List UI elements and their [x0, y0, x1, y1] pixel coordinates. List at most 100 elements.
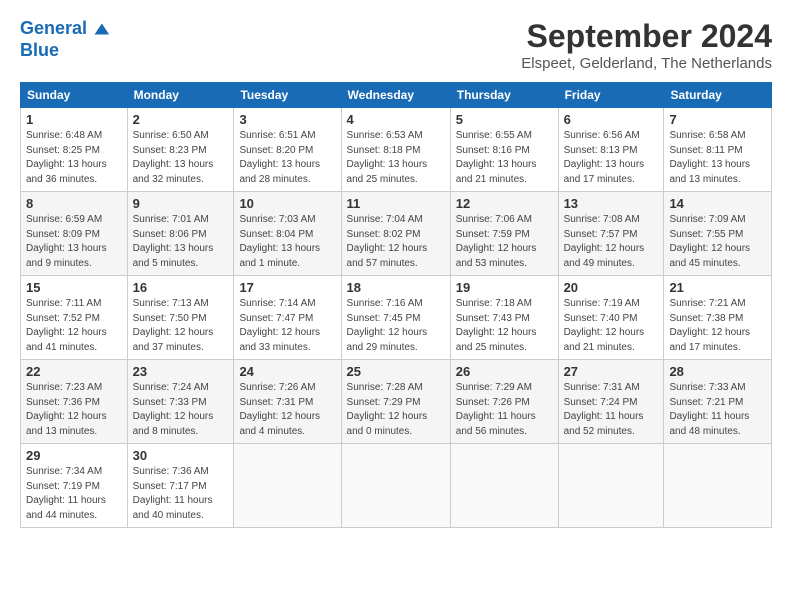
day-info: Sunrise: 7:03 AMSunset: 8:04 PMDaylight:… [239, 213, 335, 271]
month-title: September 2024 [521, 18, 772, 55]
day-info: Sunrise: 7:09 AMSunset: 7:55 PMDaylight:… [669, 213, 766, 271]
table-row: 22 Sunrise: 7:23 AMSunset: 7:36 PMDayligh… [21, 360, 128, 444]
page: General Blue September 2024 Elspeet, Gel… [0, 0, 792, 538]
table-row: 12 Sunrise: 7:06 AMSunset: 7:59 PMDayligh… [450, 192, 558, 276]
day-number: 17 [239, 280, 335, 295]
day-number: 27 [564, 364, 659, 379]
logo: General Blue [20, 18, 111, 62]
logo-icon [89, 18, 111, 40]
table-row: 28 Sunrise: 7:33 AMSunset: 7:21 PMDayligh… [664, 360, 772, 444]
header: General Blue September 2024 Elspeet, Gel… [20, 18, 772, 72]
table-row: 13Sunrise: 7:08 AMSunset: 7:57 PMDayligh… [558, 192, 664, 276]
table-row: 19 Sunrise: 7:18 AMSunset: 7:43 PMDayligh… [450, 276, 558, 360]
table-row: 9Sunrise: 7:01 AMSunset: 8:06 PMDaylight… [127, 192, 234, 276]
day-number: 16 [133, 280, 229, 295]
day-info: Sunrise: 7:19 AMSunset: 7:40 PMDaylight:… [564, 297, 659, 355]
col-wednesday: Wednesday [341, 83, 450, 108]
table-row: 20 Sunrise: 7:19 AMSunset: 7:40 PMDayligh… [558, 276, 664, 360]
logo-text: General [20, 18, 87, 40]
table-row: 4Sunrise: 6:53 AMSunset: 8:18 PMDaylight… [341, 108, 450, 192]
table-row: 18 Sunrise: 7:16 AMSunset: 7:45 PMDayligh… [341, 276, 450, 360]
table-row: 29 Sunrise: 7:34 AMSunset: 7:19 PMDayligh… [21, 444, 128, 528]
day-number: 4 [347, 112, 445, 127]
table-row [558, 444, 664, 528]
day-number: 3 [239, 112, 335, 127]
calendar-week: 15Sunrise: 7:11 AMSunset: 7:52 PMDayligh… [21, 276, 772, 360]
day-number: 20 [564, 280, 659, 295]
day-info: Sunrise: 7:18 AMSunset: 7:43 PMDaylight:… [456, 297, 553, 355]
day-info: Sunrise: 6:55 AMSunset: 8:16 PMDaylight:… [456, 129, 553, 187]
calendar-header-row: Sunday Monday Tuesday Wednesday Thursday… [21, 83, 772, 108]
day-number: 26 [456, 364, 553, 379]
calendar-week: 29 Sunrise: 7:34 AMSunset: 7:19 PMDayligh… [21, 444, 772, 528]
day-info: Sunrise: 7:16 AMSunset: 7:45 PMDaylight:… [347, 297, 445, 355]
day-info: Sunrise: 7:13 AMSunset: 7:50 PMDaylight:… [133, 297, 229, 355]
day-info: Sunrise: 7:33 AMSunset: 7:21 PMDaylight:… [669, 381, 766, 439]
table-row: 7 Sunrise: 6:58 AMSunset: 8:11 PMDaylight… [664, 108, 772, 192]
table-row [341, 444, 450, 528]
table-row: 24 Sunrise: 7:26 AMSunset: 7:31 PMDayligh… [234, 360, 341, 444]
table-row: 26 Sunrise: 7:29 AMSunset: 7:26 PMDayligh… [450, 360, 558, 444]
day-number: 13 [564, 196, 659, 211]
day-number: 10 [239, 196, 335, 211]
col-thursday: Thursday [450, 83, 558, 108]
day-number: 22 [26, 364, 122, 379]
logo-general: General [20, 18, 87, 38]
day-info: Sunrise: 7:21 AMSunset: 7:38 PMDaylight:… [669, 297, 766, 355]
table-row: 23 Sunrise: 7:24 AMSunset: 7:33 PMDayligh… [127, 360, 234, 444]
day-number: 19 [456, 280, 553, 295]
day-info: Sunrise: 7:23 AMSunset: 7:36 PMDaylight:… [26, 381, 122, 439]
day-info: Sunrise: 6:48 AMSunset: 8:25 PMDaylight:… [26, 129, 122, 187]
day-number: 23 [133, 364, 229, 379]
col-sunday: Sunday [21, 83, 128, 108]
calendar-table: Sunday Monday Tuesday Wednesday Thursday… [20, 82, 772, 528]
day-number: 29 [26, 448, 122, 463]
table-row: 21 Sunrise: 7:21 AMSunset: 7:38 PMDayligh… [664, 276, 772, 360]
day-number: 6 [564, 112, 659, 127]
day-info: Sunrise: 6:58 AMSunset: 8:11 PMDaylight:… [669, 129, 766, 187]
col-friday: Friday [558, 83, 664, 108]
day-number: 21 [669, 280, 766, 295]
day-info: Sunrise: 6:56 AMSunset: 8:13 PMDaylight:… [564, 129, 659, 187]
title-section: September 2024 Elspeet, Gelderland, The … [521, 18, 772, 72]
table-row: 25 Sunrise: 7:28 AMSunset: 7:29 PMDayligh… [341, 360, 450, 444]
calendar-week: 8 Sunrise: 6:59 AMSunset: 8:09 PMDaylight… [21, 192, 772, 276]
day-number: 15 [26, 280, 122, 295]
day-number: 24 [239, 364, 335, 379]
day-number: 12 [456, 196, 553, 211]
table-row [234, 444, 341, 528]
table-row: 8 Sunrise: 6:59 AMSunset: 8:09 PMDaylight… [21, 192, 128, 276]
table-row: 27 Sunrise: 7:31 AMSunset: 7:24 PMDayligh… [558, 360, 664, 444]
table-row [664, 444, 772, 528]
table-row: 5 Sunrise: 6:55 AMSunset: 8:16 PMDaylight… [450, 108, 558, 192]
table-row: 2Sunrise: 6:50 AMSunset: 8:23 PMDaylight… [127, 108, 234, 192]
day-number: 11 [347, 196, 445, 211]
day-info: Sunrise: 7:06 AMSunset: 7:59 PMDaylight:… [456, 213, 553, 271]
col-monday: Monday [127, 83, 234, 108]
table-row: 30Sunrise: 7:36 AMSunset: 7:17 PMDayligh… [127, 444, 234, 528]
day-info: Sunrise: 7:31 AMSunset: 7:24 PMDaylight:… [564, 381, 659, 439]
day-info: Sunrise: 7:34 AMSunset: 7:19 PMDaylight:… [26, 465, 122, 523]
day-info: Sunrise: 7:29 AMSunset: 7:26 PMDaylight:… [456, 381, 553, 439]
day-number: 14 [669, 196, 766, 211]
day-info: Sunrise: 7:28 AMSunset: 7:29 PMDaylight:… [347, 381, 445, 439]
table-row [450, 444, 558, 528]
day-info: Sunrise: 7:26 AMSunset: 7:31 PMDaylight:… [239, 381, 335, 439]
table-row: 1 Sunrise: 6:48 AMSunset: 8:25 PMDaylight… [21, 108, 128, 192]
day-number: 1 [26, 112, 122, 127]
day-info: Sunrise: 6:59 AMSunset: 8:09 PMDaylight:… [26, 213, 122, 271]
day-number: 5 [456, 112, 553, 127]
calendar-week: 22 Sunrise: 7:23 AMSunset: 7:36 PMDayligh… [21, 360, 772, 444]
day-number: 25 [347, 364, 445, 379]
day-number: 28 [669, 364, 766, 379]
table-row: 11Sunrise: 7:04 AMSunset: 8:02 PMDayligh… [341, 192, 450, 276]
day-info: Sunrise: 7:14 AMSunset: 7:47 PMDaylight:… [239, 297, 335, 355]
day-info: Sunrise: 7:24 AMSunset: 7:33 PMDaylight:… [133, 381, 229, 439]
day-number: 18 [347, 280, 445, 295]
day-number: 30 [133, 448, 229, 463]
day-number: 7 [669, 112, 766, 127]
day-number: 8 [26, 196, 122, 211]
table-row: 3Sunrise: 6:51 AMSunset: 8:20 PMDaylight… [234, 108, 341, 192]
col-tuesday: Tuesday [234, 83, 341, 108]
col-saturday: Saturday [664, 83, 772, 108]
